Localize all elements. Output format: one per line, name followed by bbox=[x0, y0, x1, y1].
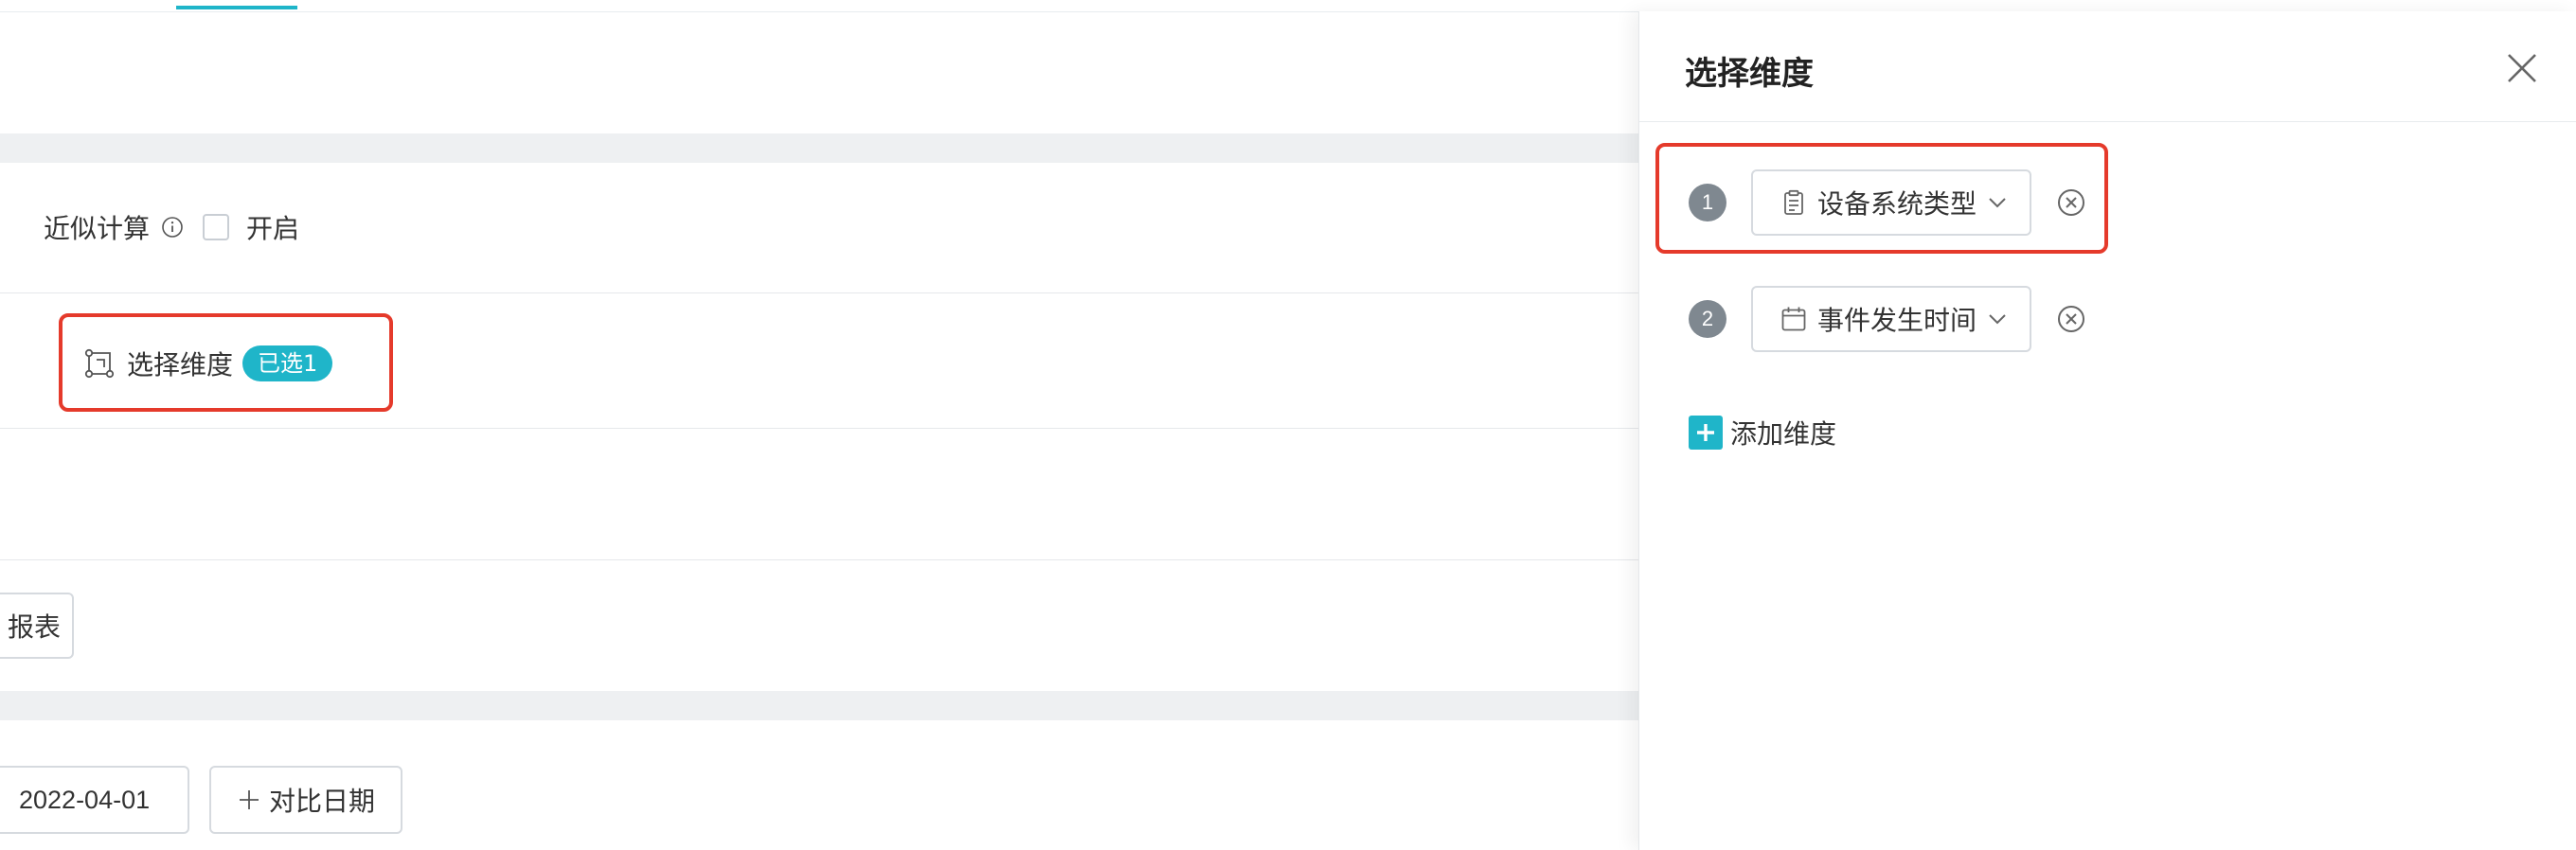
dimension-index-badge: 1 bbox=[1689, 184, 1726, 221]
select-dimension-label: 选择维度 bbox=[127, 349, 234, 381]
chevron-down-icon bbox=[1989, 314, 2006, 325]
approx-calc-row: 近似计算 开启 bbox=[44, 206, 299, 248]
report-button-label: 报表 bbox=[7, 611, 61, 643]
approx-calc-checkbox[interactable] bbox=[203, 214, 230, 240]
section-divider-band bbox=[0, 691, 1638, 720]
dimension-row: 2 事件发生时间 bbox=[1689, 286, 2086, 352]
compare-date-label: 对比日期 bbox=[268, 786, 375, 817]
date-picker-button[interactable]: 2022-04-01 bbox=[0, 766, 189, 834]
dimension-select-value: 设备系统类型 bbox=[1817, 188, 1977, 220]
add-dimension-label: 添加维度 bbox=[1730, 418, 1837, 450]
dimension-select-icon bbox=[84, 348, 115, 379]
report-button[interactable]: 报表 bbox=[0, 593, 74, 659]
section-divider-band bbox=[0, 133, 1638, 163]
dimension-select[interactable]: 设备系统类型 bbox=[1751, 169, 2031, 236]
dimension-select-value: 事件发生时间 bbox=[1817, 305, 1977, 336]
calendar-icon bbox=[1781, 307, 1806, 331]
clipboard-icon bbox=[1784, 189, 1803, 215]
plus-icon bbox=[239, 790, 259, 809]
info-circle-icon[interactable] bbox=[161, 216, 184, 239]
plus-square-icon bbox=[1689, 416, 1723, 450]
row-divider bbox=[0, 292, 1638, 293]
selected-count-badge: 已选1 bbox=[242, 345, 333, 381]
drawer-header: 选择维度 bbox=[1639, 11, 2576, 122]
date-value: 2022-04-01 bbox=[19, 785, 151, 814]
compare-date-button[interactable]: 对比日期 bbox=[209, 766, 402, 834]
row-divider bbox=[0, 559, 1638, 560]
dimension-row: 1 设备系统类型 bbox=[1689, 169, 2086, 236]
select-dimension-drawer: 选择维度 1 设备系统类型 2 事件发生时间 添加维度 bbox=[1638, 11, 2576, 850]
chevron-down-icon bbox=[1989, 198, 2006, 208]
drawer-title: 选择维度 bbox=[1685, 55, 1814, 93]
remove-circle-icon[interactable] bbox=[2056, 304, 2086, 334]
close-icon[interactable] bbox=[2503, 49, 2541, 87]
dimension-select[interactable]: 事件发生时间 bbox=[1751, 286, 2031, 352]
dimension-index-badge: 2 bbox=[1689, 300, 1726, 338]
remove-circle-icon[interactable] bbox=[2056, 187, 2086, 218]
approx-calc-label: 近似计算 bbox=[44, 213, 151, 244]
select-dimension-button[interactable]: 选择维度 已选1 bbox=[83, 345, 333, 382]
active-tab-indicator bbox=[176, 6, 297, 9]
add-dimension-button[interactable]: 添加维度 bbox=[1689, 414, 1836, 452]
row-divider bbox=[0, 428, 1638, 429]
approx-calc-checkbox-label[interactable]: 开启 bbox=[246, 208, 299, 246]
